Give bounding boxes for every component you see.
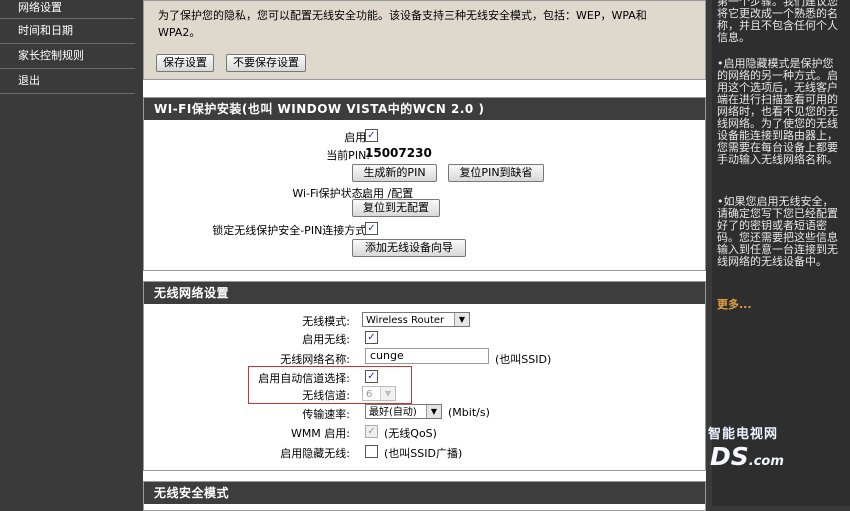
help-text-hidden-mode: •启用隐藏模式是保护您的网络的另一种方式。启用这个选项后，无线客户端在进行扫描查… <box>717 57 838 166</box>
transmit-rate-select[interactable]: 最好(自动) ▼ <box>365 404 442 419</box>
transmit-rate-value: 最好(自动) <box>369 407 417 418</box>
sidebar-item-time-date[interactable]: 时间和日期 <box>0 19 135 44</box>
wmm-label: WMM 启用: <box>290 427 350 440</box>
enable-wireless-checkbox[interactable]: ✓ <box>365 331 378 344</box>
wireless-settings-section: 无线网络设置 无线模式: Wireless Router ▼ 启用无线: ✓ 无… <box>143 281 706 471</box>
sidebar-item-network-settings[interactable]: 网络设置 <box>0 0 135 19</box>
sidebar-item-parental-control[interactable]: 家长控制规则 <box>0 44 135 69</box>
save-settings-button[interactable]: 保存设置 <box>156 54 214 72</box>
help-text-security: •如果您启用无线安全，请确定您写下您已经配置好了的密钥或者短语密码。您还需要把这… <box>717 195 838 268</box>
watermark-logo-text: DS <box>710 442 749 471</box>
intro-text: 为了保护您的隐私，您可以配置无线安全功能。该设备支持三种无线安全模式，包括：WE… <box>158 9 647 39</box>
channel-label: 无线信道: <box>302 389 350 402</box>
dont-save-settings-button[interactable]: 不要保存设置 <box>226 54 306 72</box>
chevron-down-icon: ▼ <box>380 387 395 400</box>
ssid-note: (也叫SSID) <box>495 353 552 366</box>
wireless-mode-value: Wireless Router <box>366 315 445 326</box>
security-mode-section: 无线安全模式 <box>143 481 706 511</box>
ssid-input[interactable]: cunge <box>365 348 489 364</box>
chevron-down-icon: ▼ <box>426 405 441 418</box>
wps-section-title: WI-FI保护安装(也叫 WINDOW VISTA中的WCN 2.0 ) <box>144 98 705 120</box>
wireless-settings-title: 无线网络设置 <box>144 282 705 304</box>
sidebar-item-logout[interactable]: 退出 <box>0 69 135 94</box>
ssid-label: 无线网络名称: <box>280 353 350 366</box>
hidden-wireless-label: 启用隐藏无线: <box>280 447 350 460</box>
wps-pin-value: 15007230 <box>365 146 432 160</box>
watermark-text: 智能电视网 <box>708 427 779 442</box>
wps-lock-pin-label: 锁定无线保护安全-PIN连接方式: <box>212 224 370 237</box>
help-text-ssid: 第一个步骤。我们建议您将它更改成一个熟悉的名称，并且不包含任何个人信息。 <box>717 0 838 44</box>
help-more-link[interactable]: 更多... <box>717 296 752 312</box>
add-wireless-device-wizard-button[interactable]: 添加无线设备向导 <box>352 239 466 257</box>
channel-select[interactable]: 6 ▼ <box>362 386 396 401</box>
wireless-mode-select[interactable]: Wireless Router ▼ <box>362 312 470 327</box>
wps-section: WI-FI保护安装(也叫 WINDOW VISTA中的WCN 2.0 ) 启用:… <box>143 97 706 271</box>
reset-pin-default-button[interactable]: 复位PIN到缺省 <box>448 164 544 182</box>
wps-enable-checkbox[interactable]: ✓ <box>365 129 378 142</box>
auto-channel-label: 启用自动信道选择: <box>258 372 350 385</box>
watermark-logo: DS.com <box>710 442 784 471</box>
hidden-wireless-note: (也叫SSID广播) <box>384 447 463 460</box>
wps-lock-pin-checkbox[interactable]: ✓ <box>365 222 378 235</box>
wps-pin-label: 当前PIN: <box>326 149 370 162</box>
wireless-mode-label: 无线模式: <box>302 315 350 328</box>
security-mode-title: 无线安全模式 <box>144 482 705 504</box>
sidebar: 网络设置 时间和日期 家长控制规则 退出 <box>0 0 135 506</box>
generate-pin-button[interactable]: 生成新的PIN <box>352 164 437 182</box>
main-content: 为了保护您的隐私，您可以配置无线安全功能。该设备支持三种无线安全模式，包括：WE… <box>143 0 706 511</box>
transmit-rate-unit: (Mbit/s) <box>448 406 490 419</box>
chevron-down-icon: ▼ <box>454 313 469 326</box>
auto-channel-checkbox[interactable]: ✓ <box>365 370 378 383</box>
channel-value: 6 <box>366 389 373 400</box>
watermark-logo-suffix: .com <box>748 454 784 469</box>
transmit-rate-label: 传输速率: <box>302 408 350 421</box>
enable-wireless-label: 启用无线: <box>302 333 350 346</box>
hidden-wireless-checkbox[interactable] <box>365 445 378 458</box>
wmm-note: (无线QoS) <box>384 427 437 440</box>
reset-unconfigured-button[interactable]: 复位到无配置 <box>352 199 440 217</box>
wmm-checkbox[interactable]: ✓ <box>365 425 378 438</box>
intro-panel: 为了保护您的隐私，您可以配置无线安全功能。该设备支持三种无线安全模式，包括：WE… <box>143 0 706 80</box>
